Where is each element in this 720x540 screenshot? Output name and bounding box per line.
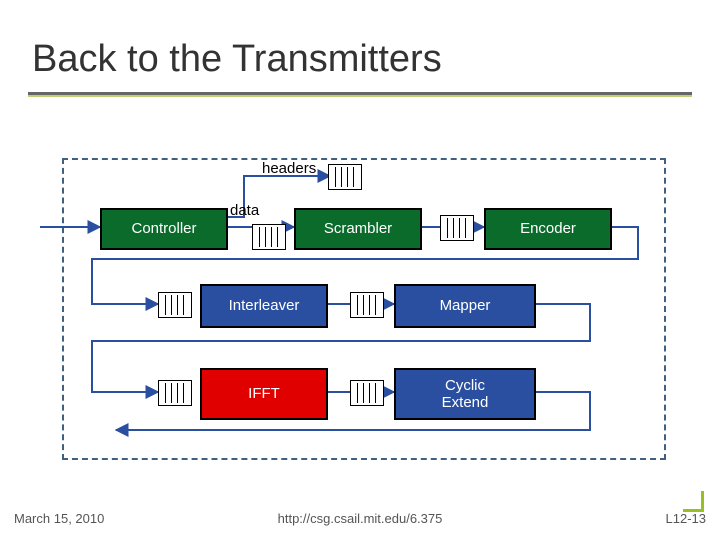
footer-page: L12-13 <box>666 511 706 526</box>
slide: Back to the Transmitters Cont <box>0 0 720 540</box>
title-underline <box>28 92 692 97</box>
corner-accent-icon <box>683 491 704 512</box>
interleaver-block: Interleaver <box>200 284 328 328</box>
data-label: data <box>230 202 259 219</box>
buffer-icon <box>440 215 474 241</box>
slide-title: Back to the Transmitters <box>32 38 442 81</box>
buffer-icon <box>158 380 192 406</box>
buffer-icon <box>350 292 384 318</box>
buffer-icon <box>252 224 286 250</box>
diagram-canvas: Controller headers data Scrambler Encode… <box>30 130 690 460</box>
cyclic-extend-block: Cyclic Extend <box>394 368 536 420</box>
buffer-icon <box>328 164 362 190</box>
headers-label: headers <box>262 160 316 177</box>
buffer-icon <box>350 380 384 406</box>
footer-url: http://csg.csail.mit.edu/6.375 <box>0 511 720 526</box>
mapper-block: Mapper <box>394 284 536 328</box>
buffer-icon <box>158 292 192 318</box>
controller-block: Controller <box>100 208 228 250</box>
encoder-block: Encoder <box>484 208 612 250</box>
scrambler-block: Scrambler <box>294 208 422 250</box>
ifft-block: IFFT <box>200 368 328 420</box>
